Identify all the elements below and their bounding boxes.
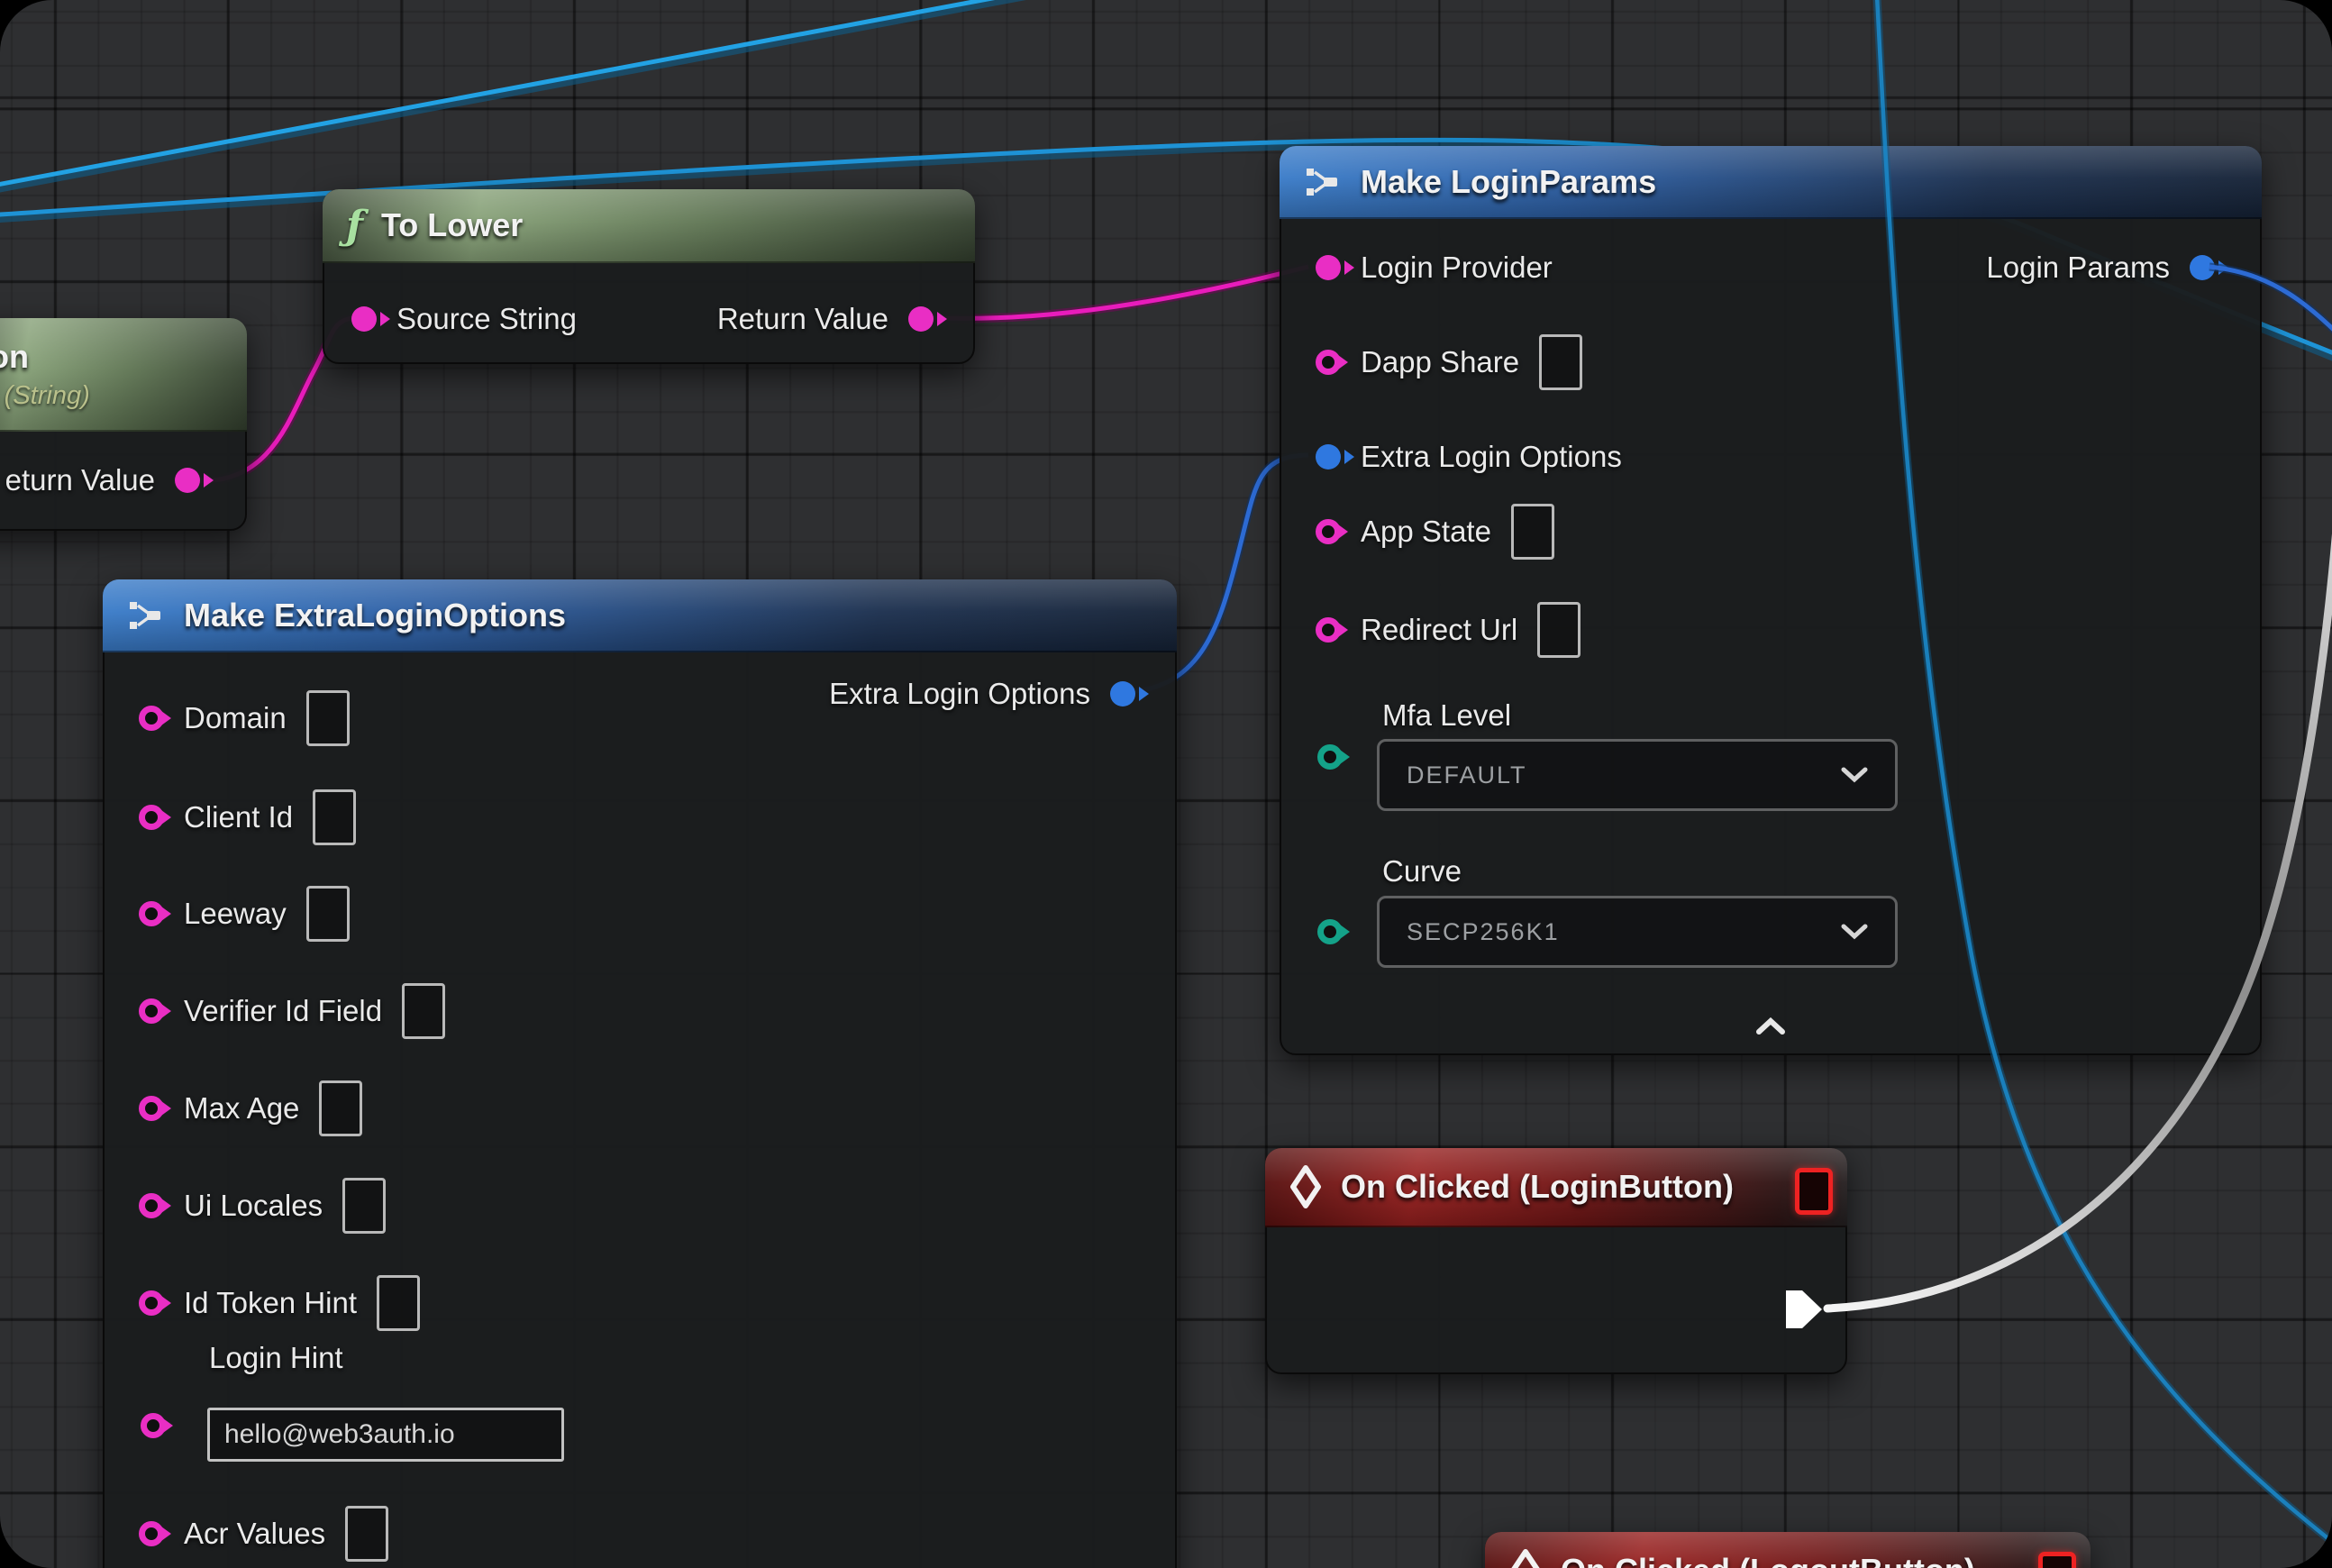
pin-extra-login-options-in[interactable]	[1316, 444, 1341, 469]
pin-verifier-id-field[interactable]	[139, 998, 164, 1024]
pin-mfa-level[interactable]	[1317, 744, 1343, 770]
pin-label-source-string: Source String	[396, 302, 577, 336]
pin-label-domain: Domain	[184, 701, 287, 735]
id-token-hint-checkbox[interactable]	[377, 1275, 420, 1331]
pin-label-login-hint: Login Hint	[209, 1340, 343, 1376]
node-subtitle-fragment: ox (String)	[0, 381, 90, 411]
pin-label-extra-login-options-out: Extra Login Options	[829, 677, 1090, 711]
pin-label-max-age: Max Age	[184, 1091, 299, 1126]
pin-login-hint[interactable]	[141, 1413, 166, 1438]
pin-label-ui-locales: Ui Locales	[184, 1189, 323, 1223]
pin-label-extra-login-options-in: Extra Login Options	[1361, 440, 1622, 474]
node-title-fragment: tion	[0, 338, 29, 376]
acr-values-checkbox[interactable]	[345, 1506, 388, 1562]
node-partial-function[interactable]: tion ox (String) eturn Value	[0, 318, 247, 531]
node-title-on-clicked-logoutbutton: On Clicked (LogoutButton)	[1561, 1552, 1975, 1568]
chevron-down-icon	[1841, 924, 1868, 940]
collapse-node-button[interactable]	[1739, 1011, 1802, 1042]
app-state-checkbox[interactable]	[1511, 504, 1554, 560]
pin-client-id[interactable]	[139, 805, 164, 830]
pin-leeway[interactable]	[139, 901, 164, 926]
pin-max-age[interactable]	[139, 1096, 164, 1121]
pin-label-id-token-hint: Id Token Hint	[184, 1286, 357, 1320]
mfa-level-value: DEFAULT	[1407, 761, 1527, 789]
blueprint-graph-canvas[interactable]: tion ox (String) eturn Value ƒ To Lower …	[0, 0, 2332, 1568]
pin-app-state[interactable]	[1316, 519, 1341, 544]
pin-id-token-hint[interactable]	[139, 1290, 164, 1316]
pin-login-provider[interactable]	[1316, 255, 1341, 280]
wire-pink-tolower-to-loginprovider[interactable]	[923, 267, 1308, 318]
pin-label-app-state: App State	[1361, 515, 1491, 549]
pin-acr-values[interactable]	[139, 1521, 164, 1546]
event-diamond-icon	[1289, 1164, 1323, 1209]
pin-login-params-out[interactable]	[2190, 255, 2215, 280]
pin-label-return-value-partial: eturn Value	[5, 463, 155, 497]
node-on-clicked-loginbutton[interactable]: On Clicked (LoginButton)	[1265, 1148, 1847, 1374]
pin-redirect-url[interactable]	[1316, 617, 1341, 643]
make-struct-icon	[1303, 162, 1343, 202]
pin-label-mfa-level: Mfa Level	[1382, 697, 1511, 734]
pin-label-verifier-id-field: Verifier Id Field	[184, 994, 382, 1028]
leeway-checkbox[interactable]	[306, 886, 350, 942]
node-on-clicked-logoutbutton[interactable]: On Clicked (LogoutButton)	[1485, 1532, 2091, 1568]
login-hint-input[interactable]	[207, 1408, 564, 1462]
pin-label-client-id: Client Id	[184, 800, 293, 834]
verifier-id-field-checkbox[interactable]	[402, 983, 445, 1039]
pin-source-string[interactable]	[351, 306, 377, 332]
node-title-to-lower: To Lower	[381, 206, 523, 244]
node-title-make-extraloginoptions: Make ExtraLoginOptions	[184, 597, 566, 634]
bound-event-icon[interactable]	[1795, 1168, 1833, 1215]
pin-curve[interactable]	[1317, 919, 1343, 944]
dapp-share-checkbox[interactable]	[1539, 334, 1582, 390]
chevron-down-icon	[1841, 767, 1868, 783]
node-title-on-clicked-loginbutton: On Clicked (LoginButton)	[1341, 1168, 1734, 1206]
pin-label-redirect-url: Redirect Url	[1361, 613, 1517, 647]
redirect-url-checkbox[interactable]	[1537, 602, 1580, 658]
function-icon: ƒ	[346, 203, 363, 249]
pin-label-curve: Curve	[1382, 853, 1462, 889]
pin-return-value-partial[interactable]	[175, 468, 200, 493]
chevron-up-icon	[1755, 1017, 1786, 1035]
make-struct-icon	[126, 596, 166, 635]
curve-value: SECP256K1	[1407, 918, 1560, 946]
curve-dropdown[interactable]: SECP256K1	[1377, 896, 1898, 968]
pin-extra-login-options-out[interactable]	[1110, 681, 1135, 707]
pin-label-acr-values: Acr Values	[184, 1517, 325, 1551]
pin-label-login-provider: Login Provider	[1361, 251, 1553, 285]
exec-arrow-icon	[1784, 1287, 1824, 1332]
domain-checkbox[interactable]	[306, 690, 350, 746]
event-diamond-icon	[1508, 1548, 1543, 1568]
pin-ui-locales[interactable]	[139, 1193, 164, 1218]
pin-dapp-share[interactable]	[1316, 350, 1341, 375]
client-id-checkbox[interactable]	[313, 789, 356, 845]
pin-label-dapp-share: Dapp Share	[1361, 345, 1519, 379]
node-make-extraloginoptions[interactable]: Make ExtraLoginOptions Extra Login Optio…	[103, 579, 1177, 1568]
wire-blue-long-1[interactable]	[0, 0, 1122, 193]
bound-event-icon[interactable]	[2038, 1552, 2076, 1568]
pin-return-value[interactable]	[908, 306, 934, 332]
max-age-checkbox[interactable]	[319, 1080, 362, 1136]
node-title-make-loginparams: Make LoginParams	[1361, 163, 1656, 201]
mfa-level-dropdown[interactable]: DEFAULT	[1377, 739, 1898, 811]
pin-domain[interactable]	[139, 706, 164, 731]
node-make-loginparams[interactable]: Make LoginParams Login Params Login Prov…	[1280, 146, 2262, 1055]
ui-locales-checkbox[interactable]	[342, 1178, 386, 1234]
pin-label-leeway: Leeway	[184, 897, 287, 931]
pin-label-login-params-out: Login Params	[1986, 251, 2170, 285]
pin-label-return-value: Return Value	[717, 302, 888, 336]
exec-output-pin[interactable]	[1784, 1287, 1824, 1336]
node-to-lower[interactable]: ƒ To Lower Source String Return Value	[323, 189, 975, 364]
